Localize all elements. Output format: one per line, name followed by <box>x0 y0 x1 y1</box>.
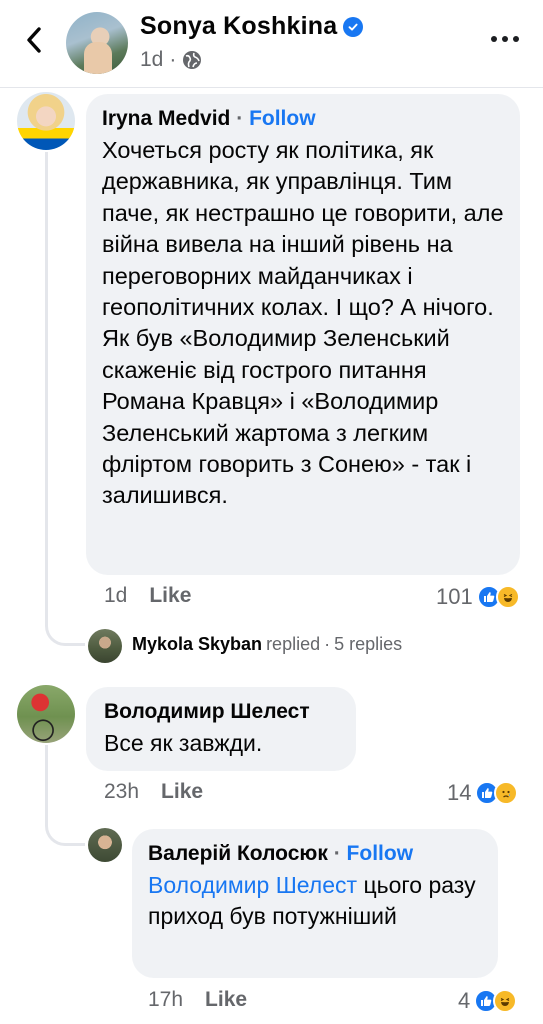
verified-badge-icon <box>343 16 364 37</box>
haha-reaction-icon <box>495 585 520 609</box>
post-meta: 1d · <box>140 48 202 72</box>
post-header: Sonya Koshkina 1d · <box>0 0 543 88</box>
thread-line <box>45 152 48 622</box>
comment-text: Все як завжди. <box>104 730 263 756</box>
reaction-summary[interactable]: 4 <box>458 988 518 1014</box>
comment-bubble: Валерій Колосюк · Follow Володимир Шелес… <box>132 829 498 978</box>
dot-icon <box>491 36 497 42</box>
comment-author-name[interactable]: Володимир Шелест <box>104 699 340 725</box>
comment-actions: 17h Like <box>148 988 247 1012</box>
meta-separator: · <box>169 48 177 71</box>
replies-count: 5 replies <box>334 634 403 654</box>
like-button[interactable]: Like <box>149 584 191 608</box>
globe-icon <box>183 51 202 69</box>
reaction-count: 101 <box>436 584 473 609</box>
replier-avatar[interactable] <box>88 629 122 663</box>
haha-reaction-icon <box>493 989 518 1013</box>
replied-label: replied <box>266 634 321 654</box>
like-button[interactable]: Like <box>205 988 247 1012</box>
mention-link[interactable]: Володимир Шелест <box>148 872 357 898</box>
post-time[interactable]: 1d <box>140 48 163 72</box>
comment-time[interactable]: 1d <box>104 584 127 608</box>
more-options-button[interactable] <box>485 30 525 48</box>
replier-name: Mykola Skyban <box>132 634 263 654</box>
follow-button[interactable]: Follow <box>249 107 316 130</box>
dot-icon <box>502 36 508 42</box>
comment-text: Хочеться росту як політика, як державник… <box>102 137 504 509</box>
comment-actions: 23h Like <box>104 780 203 804</box>
comment-time[interactable]: 17h <box>148 988 183 1012</box>
separator: · <box>333 842 341 865</box>
comment-time[interactable]: 23h <box>104 780 139 804</box>
comment-text: Володимир Шелест цього разу приход був п… <box>148 870 484 932</box>
author-avatar[interactable] <box>66 12 128 74</box>
dot-icon <box>513 36 519 42</box>
comment-author-name[interactable]: Iryna Medvid <box>102 107 230 130</box>
view-replies-link[interactable]: Mykola Skyban replied · 5 replies <box>132 634 402 655</box>
reaction-count: 14 <box>447 780 472 805</box>
author-name[interactable]: Sonya Koshkina <box>140 12 337 41</box>
reaction-summary[interactable]: 101 <box>436 584 520 610</box>
thread-connector <box>45 800 85 846</box>
thread-connector <box>45 600 85 646</box>
commenter-avatar[interactable] <box>17 685 75 743</box>
commenter-avatar[interactable] <box>88 828 122 862</box>
back-button[interactable] <box>20 24 48 56</box>
reaction-summary[interactable]: 14 <box>447 780 519 806</box>
comment-bubble: Iryna Medvid · Follow Хочеться росту як … <box>86 94 520 575</box>
comment-author-row: Валерій Колосюк · Follow <box>148 841 484 867</box>
sad-reaction-icon <box>494 781 519 805</box>
commenter-avatar[interactable] <box>17 92 75 150</box>
separator: · <box>236 107 244 130</box>
reaction-count: 4 <box>458 988 471 1013</box>
chevron-left-icon <box>27 27 41 53</box>
comment-bubble: Володимир Шелест Все як завжди. <box>86 687 356 771</box>
like-button[interactable]: Like <box>161 780 203 804</box>
author-name-row[interactable]: Sonya Koshkina <box>140 12 364 41</box>
comment-author-name[interactable]: Валерій Колосюк <box>148 842 328 865</box>
comment-actions: 1d Like <box>104 584 191 608</box>
replies-separator: · <box>324 634 331 654</box>
follow-button[interactable]: Follow <box>347 842 414 865</box>
comment-author-row: Iryna Medvid · Follow <box>102 106 504 132</box>
